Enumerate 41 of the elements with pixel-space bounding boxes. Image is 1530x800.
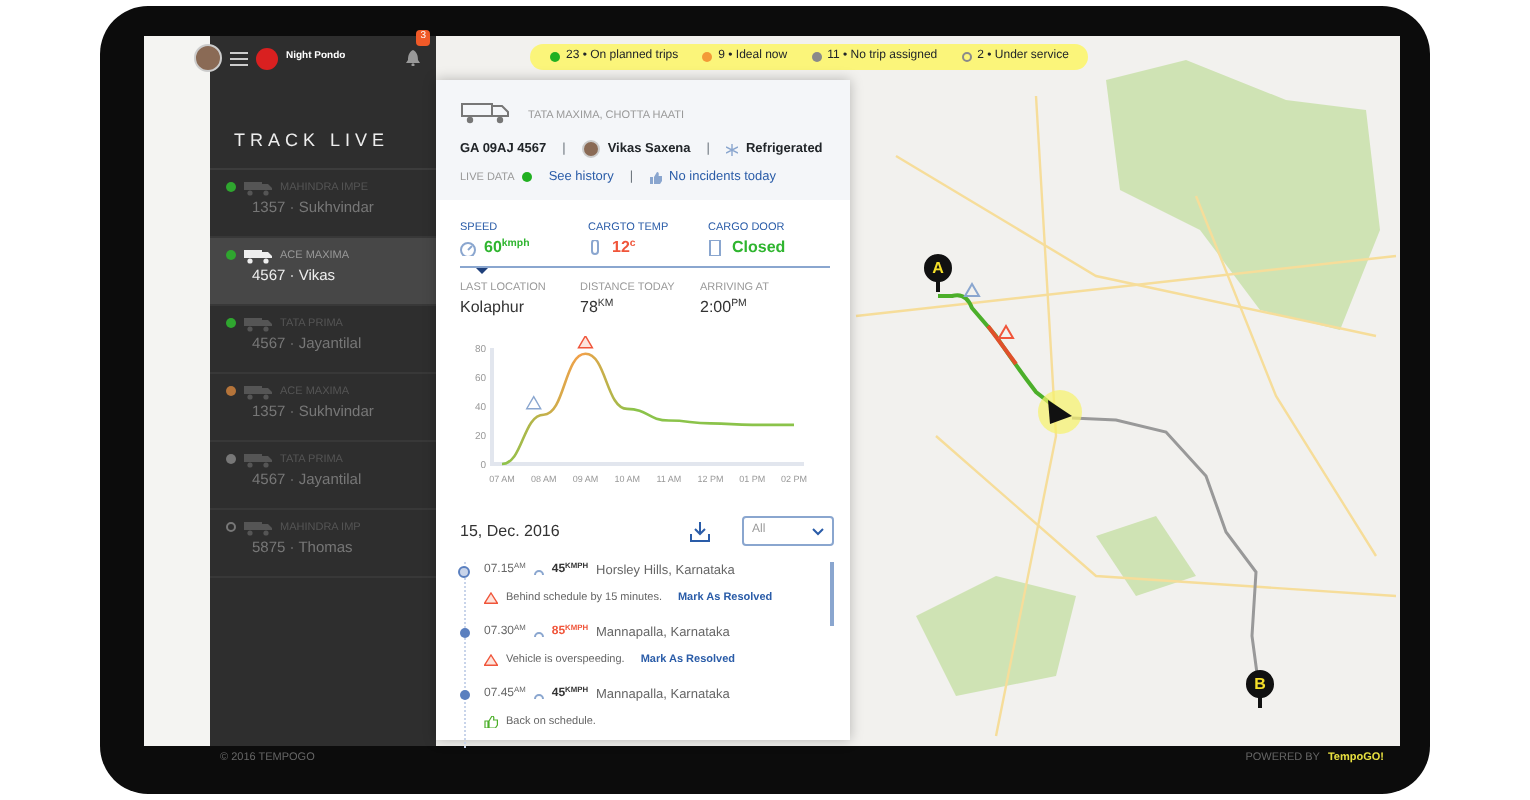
metric-value: Closed — [732, 235, 786, 260]
vehicle-arrow-icon — [1048, 400, 1072, 424]
truck-icon — [244, 451, 272, 468]
truck-icon — [244, 315, 272, 332]
warning-icon — [963, 282, 981, 297]
chevron-down-icon — [812, 527, 824, 535]
thumbs-up-icon — [484, 715, 498, 728]
logo-icon — [256, 47, 278, 69]
warning-icon — [484, 653, 498, 666]
bell-icon[interactable] — [406, 49, 420, 66]
warning-icon — [525, 395, 542, 410]
warning-icon — [484, 591, 498, 604]
truck-icon — [460, 100, 512, 124]
metric-value: 60$^{kmph}$ — [484, 235, 530, 260]
truck-icon — [244, 179, 272, 196]
stat-value: 78$^{KM}$ — [580, 296, 616, 320]
door-icon — [708, 239, 724, 256]
snowflake-icon — [725, 143, 738, 156]
scrollbar — [830, 562, 834, 626]
avatar — [194, 44, 222, 72]
truck-icon — [244, 519, 272, 536]
stat-value: 2:00$^{PM}$ — [700, 296, 749, 320]
thumbs-up-icon — [649, 171, 662, 184]
map-pin: A — [924, 254, 952, 292]
download-icon[interactable] — [690, 521, 710, 541]
menu-icon[interactable] — [230, 51, 248, 65]
truck-icon — [244, 247, 272, 264]
metric-value: 12$^{c}$ — [612, 235, 636, 260]
map-pin: B — [1246, 670, 1274, 708]
timeline-date: 15, Dec. 2016 — [460, 519, 560, 543]
speedometer-icon — [533, 566, 544, 577]
speedometer-icon — [460, 239, 476, 256]
warning-icon — [577, 336, 594, 349]
thermometer-icon — [588, 239, 604, 256]
speedometer-icon — [533, 628, 544, 639]
truck-icon — [244, 383, 272, 400]
speedometer-icon — [533, 690, 544, 701]
forest-area — [1096, 516, 1196, 596]
stat-value: Kolaphur — [460, 296, 527, 320]
warning-icon — [997, 324, 1015, 339]
driver-avatar — [581, 140, 600, 159]
